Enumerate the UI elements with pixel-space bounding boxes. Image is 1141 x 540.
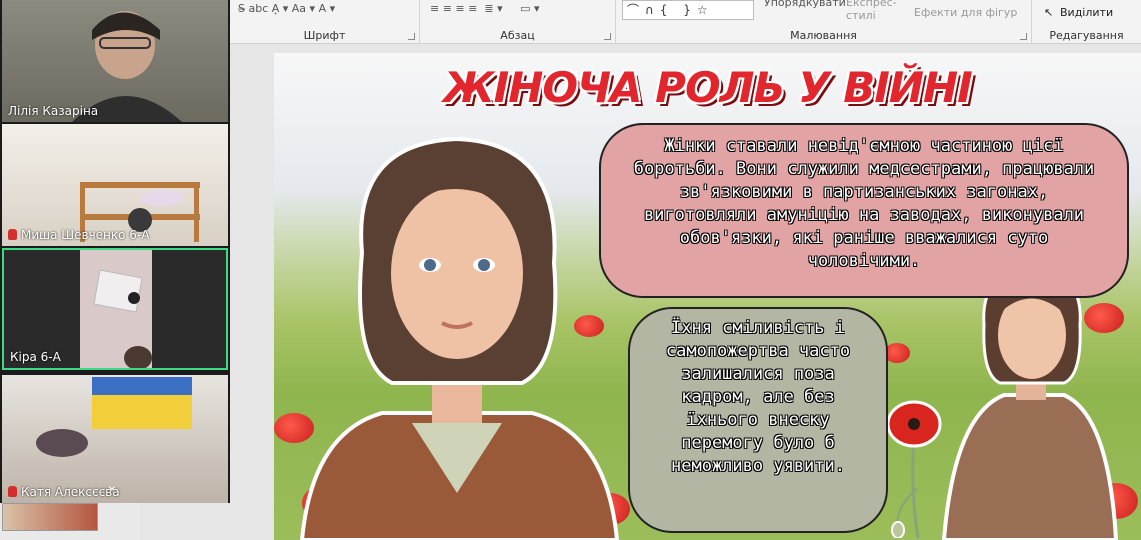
- poppy-flower-icon: [886, 400, 942, 538]
- participant-name: Кіра 6-А: [10, 350, 61, 364]
- slide-thumbnails: [0, 503, 140, 540]
- chevron-down-icon[interactable]: ⌄: [106, 478, 118, 494]
- shapes-gallery[interactable]: ⌒∩{ }☆: [622, 0, 754, 20]
- slide-title: ЖІНОЧА РОЛЬ У ВІЙНІ: [443, 63, 973, 112]
- ribbon: S̶ abc A͎ ▾ Aa ▾ A ▾ Шрифт ≡ ≡ ≡ ≡ ≣ ▾ ▭…: [230, 0, 1141, 44]
- slide-thumbnail[interactable]: [2, 503, 98, 531]
- shape-effects-button[interactable]: Ефекти для фігур: [914, 6, 1017, 19]
- participant-name: Миша Шевченко 6-А: [8, 228, 149, 242]
- dialog-launcher-icon[interactable]: [1020, 33, 1027, 40]
- woman-with-poppy-illustration: [941, 267, 1119, 540]
- participant-name: Катя Алексєєва: [8, 485, 120, 499]
- select-button[interactable]: Виділити: [1060, 6, 1113, 19]
- ribbon-group-label: Шрифт: [303, 29, 346, 42]
- app-window: S̶ abc A͎ ▾ Aa ▾ A ▾ Шрифт ≡ ≡ ≡ ≡ ≣ ▾ ▭…: [0, 0, 1141, 540]
- ribbon-group-paragraph: ≡ ≡ ≡ ≡ ≣ ▾ ▭ ▾ Абзац: [420, 0, 616, 44]
- cursor-icon: ↖: [1044, 6, 1054, 19]
- strikethrough-icon[interactable]: S̶ abc A͎ ▾ Aa ▾ A ▾: [238, 2, 335, 15]
- quick-styles-button[interactable]: Експрес-стилі: [846, 0, 898, 22]
- align-icons[interactable]: ≡ ≡ ≡ ≡ ≣ ▾ ▭ ▾: [430, 2, 539, 15]
- speech-bubble-roles: Жінки ставали невід'ємною частиною цієї …: [599, 123, 1129, 298]
- video-panel: Лілія Казаріна Миша Шевченко 6-А Кіра 6-…: [0, 0, 230, 503]
- ribbon-group-drawing: ⌒∩{ }☆ Упорядкувати Експрес-стилі Ефекти…: [616, 0, 1032, 44]
- ribbon-group-label: Редагування: [1049, 29, 1124, 42]
- video-tile[interactable]: Лілія Казаріна: [2, 0, 228, 122]
- speech-bubble-courage: Їхня сміливість і самопожертва часто зал…: [628, 307, 888, 533]
- video-tile-active-speaker[interactable]: Кіра 6-А: [2, 248, 228, 370]
- arrange-button[interactable]: Упорядкувати: [764, 0, 846, 9]
- muted-mic-icon: [8, 486, 17, 497]
- video-tile[interactable]: Миша Шевченко 6-А: [2, 124, 228, 246]
- ribbon-group-label: Абзац: [500, 29, 535, 42]
- woman-portrait-illustration: [299, 136, 620, 540]
- participant-name: Лілія Казаріна: [8, 104, 99, 118]
- muted-mic-icon: [8, 229, 17, 240]
- ribbon-group-font: S̶ abc A͎ ▾ Aa ▾ A ▾ Шрифт: [230, 0, 420, 44]
- dialog-launcher-icon[interactable]: [604, 33, 611, 40]
- dialog-launcher-icon[interactable]: [408, 33, 415, 40]
- ribbon-group-editing: ↖ Виділити Редагування: [1032, 0, 1141, 44]
- ribbon-group-label: Малювання: [790, 29, 857, 42]
- slide-canvas[interactable]: ЖІНОЧА РОЛЬ У ВІЙНІ Жінки ставали невід'…: [274, 53, 1141, 540]
